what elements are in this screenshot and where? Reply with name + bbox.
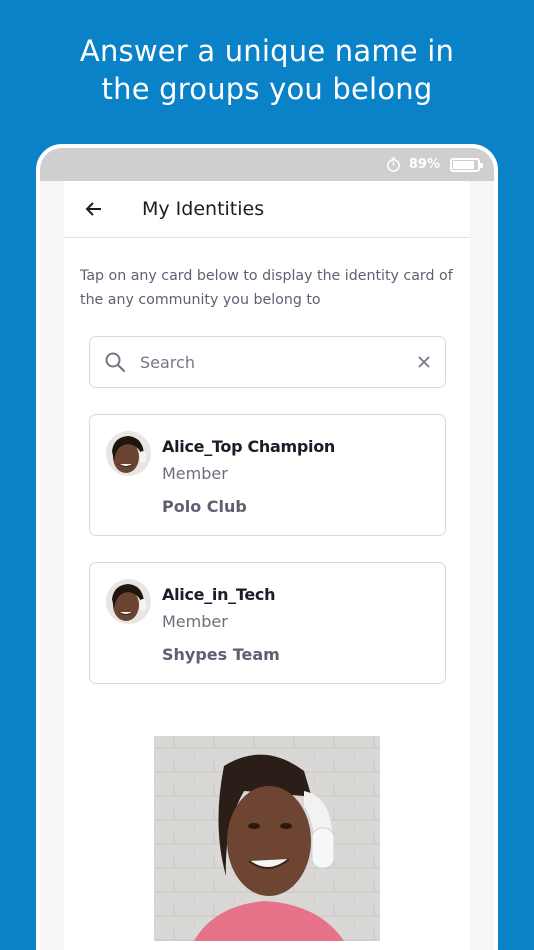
identity-name: Alice_in_Tech	[162, 585, 276, 604]
identity-group: Polo Club	[162, 497, 247, 516]
identity-card[interactable]: Alice_Top Champion Member Polo Club	[89, 414, 446, 536]
identity-role: Member	[162, 612, 228, 631]
avatar	[106, 579, 151, 624]
search-box[interactable]	[89, 336, 446, 388]
identity-name: Alice_Top Champion	[162, 437, 336, 456]
headline-line-1: Answer a unique name in	[79, 34, 455, 68]
app-screen: My Identities Tap on any card below to d…	[64, 181, 470, 950]
screen-left-margin	[40, 181, 64, 950]
avatar	[106, 431, 151, 476]
app-bar: My Identities	[64, 181, 470, 238]
battery-icon	[450, 157, 483, 172]
identity-role: Member	[162, 464, 228, 483]
profile-photo	[154, 736, 380, 941]
battery-level	[453, 160, 475, 169]
search-input[interactable]	[140, 352, 417, 372]
battery-percent: 89%	[408, 157, 440, 172]
stopwatch-icon	[387, 157, 400, 172]
search-icon	[105, 352, 126, 373]
promo-headline: Answer a unique name in the groups you b…	[0, 32, 534, 108]
identity-group: Shypes Team	[162, 645, 280, 664]
screen-right-margin	[470, 181, 494, 950]
identity-card[interactable]: Alice_in_Tech Member Shypes Team	[89, 562, 446, 684]
device-frame: 89% My Identities Tap on any card below …	[36, 144, 498, 950]
status-bar: 89%	[40, 148, 494, 181]
intro-text: Tap on any card below to display the ide…	[80, 268, 453, 308]
headline-line-2: the groups you belong	[101, 72, 433, 106]
arrow-left-icon[interactable]	[84, 199, 104, 219]
close-icon[interactable]	[417, 355, 431, 369]
page-title: My Identities	[142, 198, 265, 220]
